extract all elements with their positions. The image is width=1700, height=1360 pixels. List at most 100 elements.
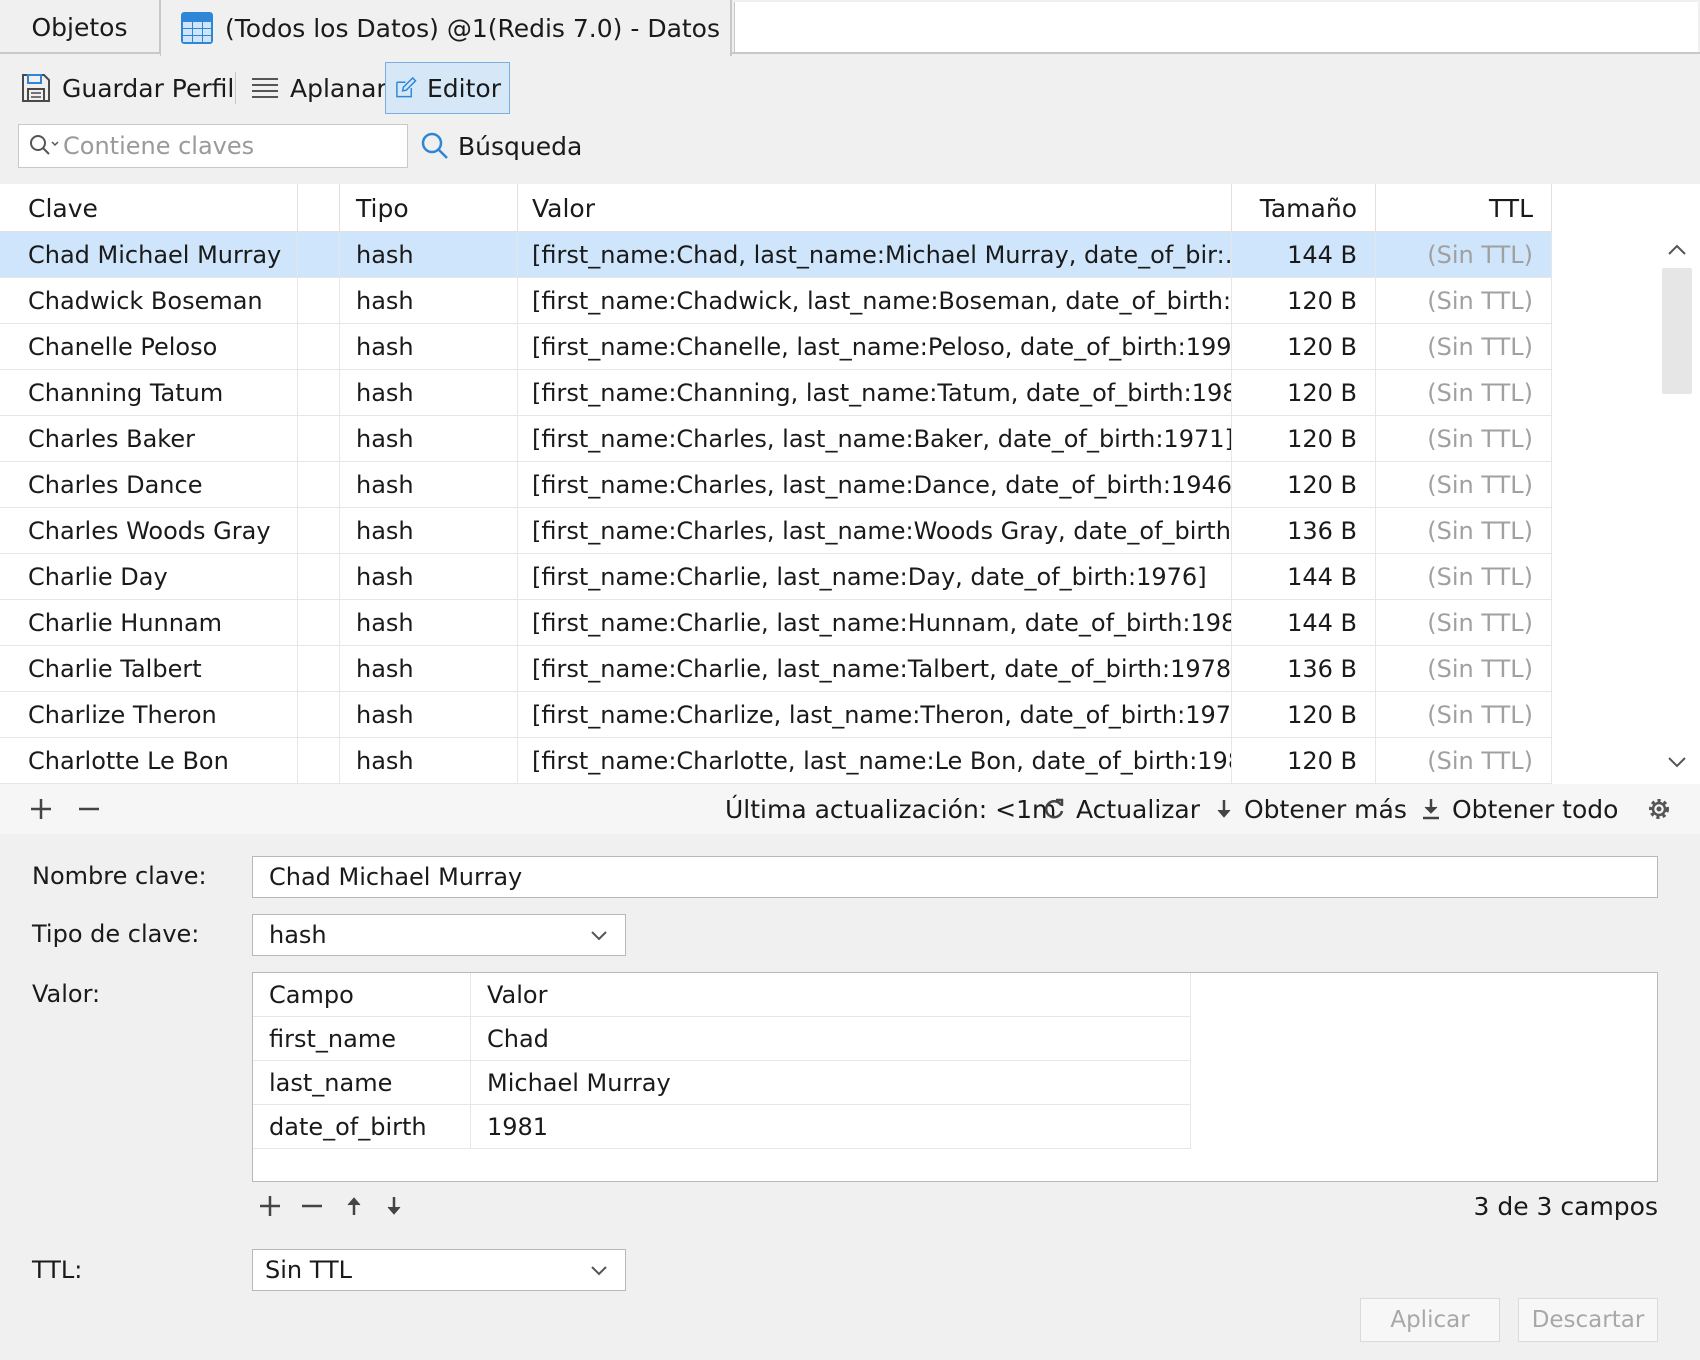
cell-tipo: hash <box>340 416 518 462</box>
hash-table-header: Campo Valor <box>253 973 1191 1017</box>
cell-clave: Charles Dance <box>0 462 298 508</box>
table-row[interactable]: Charles Dance hash [first_name:Charles, … <box>0 462 1552 508</box>
gear-icon[interactable] <box>1646 796 1672 822</box>
hash-field-name: last_name <box>253 1061 471 1105</box>
column-header-clave[interactable]: Clave <box>0 184 298 232</box>
scroll-down-icon[interactable] <box>1664 752 1690 772</box>
chevron-down-icon <box>591 1266 607 1276</box>
add-key-icon[interactable] <box>28 796 54 822</box>
table-row[interactable]: Chad Michael Murray hash [first_name:Cha… <box>0 232 1552 278</box>
scrollbar-thumb[interactable] <box>1662 268 1692 394</box>
column-header-tipo[interactable]: Tipo <box>340 184 518 232</box>
cell-ttl: (Sin TTL) <box>1376 554 1552 600</box>
list-icon <box>252 78 278 98</box>
cell-tamano: 120 B <box>1232 462 1376 508</box>
column-header-valor[interactable]: Valor <box>518 184 1232 232</box>
cell-tamano: 120 B <box>1232 370 1376 416</box>
cell-tamano: 136 B <box>1232 646 1376 692</box>
table-row[interactable]: Channing Tatum hash [first_name:Channing… <box>0 370 1552 416</box>
table-row[interactable]: Charles Baker hash [first_name:Charles, … <box>0 416 1552 462</box>
obtener-todo-label: Obtener todo <box>1452 794 1619 824</box>
hash-field-value: Chad <box>471 1017 1191 1061</box>
actualizar-button[interactable]: Actualizar <box>1042 784 1200 834</box>
remove-field-icon[interactable] <box>300 1194 324 1218</box>
editor-label: Editor <box>427 73 501 103</box>
ttl-label: TTL: <box>32 1256 83 1284</box>
ttl-select[interactable]: Sin TTL <box>252 1249 626 1291</box>
table-row[interactable]: Charlotte Le Bon hash [first_name:Charlo… <box>0 738 1552 784</box>
column-header-campo[interactable]: Campo <box>253 973 471 1017</box>
table-row[interactable]: Charles Woods Gray hash [first_name:Char… <box>0 508 1552 554</box>
save-icon <box>22 74 50 102</box>
table-row[interactable]: Charlie Day hash [first_name:Charlie, la… <box>0 554 1552 600</box>
cell-tipo: hash <box>340 646 518 692</box>
cell-clave: Chadwick Boseman <box>0 278 298 324</box>
move-down-icon[interactable] <box>384 1194 404 1218</box>
table-row[interactable]: Charlie Talbert hash [first_name:Charlie… <box>0 646 1552 692</box>
cell-blank <box>298 692 340 738</box>
cell-ttl: (Sin TTL) <box>1376 600 1552 646</box>
cell-clave: Charlotte Le Bon <box>0 738 298 784</box>
hash-field-row[interactable]: last_name Michael Murray <box>253 1061 1191 1105</box>
cell-blank <box>298 508 340 554</box>
guardar-perfil-button[interactable]: Guardar Perfil <box>12 62 242 114</box>
column-header-valor[interactable]: Valor <box>471 973 1191 1017</box>
cell-tipo: hash <box>340 554 518 600</box>
hash-field-name: first_name <box>253 1017 471 1061</box>
cell-valor: [first_name:Chadwick, last_name:Boseman,… <box>518 278 1232 324</box>
cell-tamano: 120 B <box>1232 738 1376 784</box>
editor-button[interactable]: Editor <box>385 62 510 114</box>
hash-field-value: Michael Murray <box>471 1061 1191 1105</box>
aplanar-button[interactable]: Aplanar <box>242 62 395 114</box>
cell-tamano: 144 B <box>1232 600 1376 646</box>
cell-tamano: 144 B <box>1232 554 1376 600</box>
search-input[interactable] <box>63 132 363 160</box>
table-row[interactable]: Charlie Hunnam hash [first_name:Charlie,… <box>0 600 1552 646</box>
cell-valor: [first_name:Chad, last_name:Michael Murr… <box>518 232 1232 278</box>
cell-clave: Chad Michael Murray <box>0 232 298 278</box>
tab-objetos[interactable]: Objetos <box>0 0 160 54</box>
discard-button[interactable]: Descartar <box>1518 1298 1658 1342</box>
nombre-clave-input[interactable]: Chad Michael Murray <box>252 856 1658 898</box>
scroll-up-icon[interactable] <box>1664 240 1690 260</box>
table-icon <box>181 12 213 44</box>
cell-ttl: (Sin TTL) <box>1376 508 1552 554</box>
cell-valor: [first_name:Charlize, last_name:Theron, … <box>518 692 1232 738</box>
remove-key-icon[interactable] <box>76 796 102 822</box>
apply-button[interactable]: Aplicar <box>1360 1298 1500 1342</box>
cell-blank <box>298 232 340 278</box>
cell-valor: [first_name:Charlotte, last_name:Le Bon,… <box>518 738 1232 784</box>
search-button[interactable]: Búsqueda <box>420 124 582 168</box>
cell-blank <box>298 646 340 692</box>
cell-ttl: (Sin TTL) <box>1376 324 1552 370</box>
table-row[interactable]: Chanelle Peloso hash [first_name:Chanell… <box>0 324 1552 370</box>
aplanar-label: Aplanar <box>290 73 387 103</box>
hash-value-table: Campo Valor first_name Chad last_name Mi… <box>252 972 1658 1182</box>
hash-field-row[interactable]: date_of_birth 1981 <box>253 1105 1191 1149</box>
table-row[interactable]: Chadwick Boseman hash [first_name:Chadwi… <box>0 278 1552 324</box>
obtener-mas-button[interactable]: Obtener más <box>1214 784 1407 834</box>
move-up-icon[interactable] <box>344 1194 364 1218</box>
search-button-label: Búsqueda <box>458 131 583 161</box>
obtener-todo-button[interactable]: Obtener todo <box>1420 784 1618 834</box>
cell-tipo: hash <box>340 738 518 784</box>
refresh-icon <box>1044 798 1064 819</box>
search-dropdown-icon[interactable] <box>27 132 63 160</box>
column-header-ttl[interactable]: TTL <box>1376 184 1552 232</box>
cell-valor: [first_name:Charles, last_name:Baker, da… <box>518 416 1232 462</box>
cell-tamano: 120 B <box>1232 278 1376 324</box>
column-header-blank[interactable] <box>298 184 340 232</box>
tipo-clave-select[interactable]: hash <box>252 914 626 956</box>
hash-field-row[interactable]: first_name Chad <box>253 1017 1191 1061</box>
cell-tipo: hash <box>340 278 518 324</box>
tab-datos[interactable]: (Todos los Datos) @1(Redis 7.0) - Datos <box>160 0 732 56</box>
cell-blank <box>298 370 340 416</box>
column-header-tamano[interactable]: Tamaño <box>1232 184 1376 232</box>
valor-label: Valor: <box>32 980 101 1008</box>
cell-tipo: hash <box>340 370 518 416</box>
table-row[interactable]: Charlize Theron hash [first_name:Charliz… <box>0 692 1552 738</box>
cell-tamano: 144 B <box>1232 232 1376 278</box>
toolbar-separator <box>235 72 236 104</box>
cell-tipo: hash <box>340 600 518 646</box>
add-field-icon[interactable] <box>258 1194 282 1218</box>
